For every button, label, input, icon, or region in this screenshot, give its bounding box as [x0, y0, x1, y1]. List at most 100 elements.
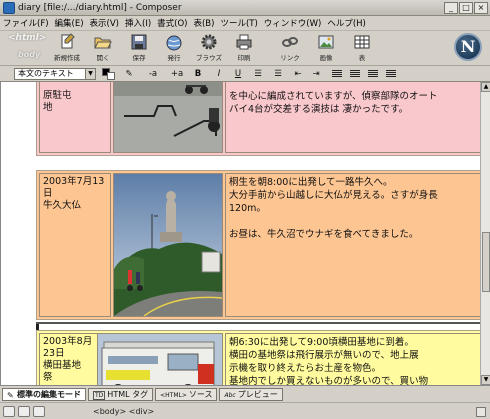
save-disk-icon — [131, 34, 147, 50]
format-toolbar: 本文のテキスト ▼ ✎ -a +a B I U ☰ ☰ ⇤ ⇥ — [0, 66, 490, 82]
open-button[interactable]: 開く — [88, 33, 118, 65]
date-line: 地 — [43, 102, 53, 113]
browse-button[interactable]: ブラウズ — [194, 33, 224, 65]
italic-button[interactable]: I — [213, 68, 225, 80]
entry-date-cell[interactable]: 2003年7月13 日 牛久大仏 — [39, 173, 111, 317]
close-button[interactable]: × — [474, 1, 488, 14]
diary-entry-row: 2003年8月 23日 横田基地 祭 朝6:30に出発して9:00頃横田基地に到… — [36, 330, 480, 385]
editor-content[interactable]: 原駐屯 地 を中心に編成されていますが、偵察部隊のオート バイ4台が交差する演技… — [0, 82, 480, 385]
minimize-button[interactable]: _ — [444, 1, 458, 14]
security-lock-icon — [476, 407, 486, 417]
pencil-icon: ✎ — [7, 390, 14, 400]
horizontal-rule — [36, 322, 480, 324]
mail-icon[interactable] — [3, 405, 15, 417]
text-line: 桐生を朝8:00に出発して一路牛久へ。 — [229, 177, 393, 188]
text-line: 大分手前から山越しに大仏が見える。さすが身長 — [229, 190, 438, 201]
highlight-pencil-icon[interactable]: ✎ — [124, 68, 134, 80]
align-justify-icon[interactable] — [386, 70, 396, 78]
table-grid-icon — [354, 35, 370, 49]
browse-gear-icon — [201, 34, 217, 50]
text-line: 示機を取り終えたらお土産を物色。 — [229, 363, 382, 374]
scrollbar-thumb[interactable] — [482, 232, 490, 292]
print-button[interactable]: 印刷 — [229, 33, 259, 65]
menu-file[interactable]: ファイル(F) — [0, 17, 52, 29]
daibutsu-photo[interactable] — [113, 173, 223, 317]
open-label: 開く — [96, 54, 110, 62]
scroll-up-arrow-icon[interactable]: ▲ — [481, 82, 490, 92]
date-line: 原駐屯 — [43, 90, 72, 101]
align-right-icon[interactable] — [368, 70, 378, 78]
chevron-down-icon: ▼ — [85, 69, 95, 79]
motorcycle-photo[interactable] — [113, 82, 223, 153]
underline-button[interactable]: U — [232, 68, 244, 80]
link-chain-icon — [282, 37, 298, 47]
composer-app-icon — [3, 1, 15, 14]
text-line — [229, 215, 480, 228]
table-button[interactable]: 表 — [347, 33, 377, 65]
html-watermark-text: <html> — [8, 33, 47, 43]
menu-edit[interactable]: 編集(E) — [52, 17, 87, 29]
menu-table[interactable]: 表(B) — [190, 17, 217, 29]
background-color-swatch[interactable] — [107, 72, 115, 80]
html-source-icon: <HTML> — [160, 391, 187, 399]
html-watermark: <html> body — [8, 33, 48, 63]
menu-format[interactable]: 書式(O) — [154, 17, 190, 29]
image-label: 画像 — [319, 54, 333, 62]
tab-normal-edit[interactable]: ✎ 標準の編集モード — [2, 387, 86, 401]
vertical-scrollbar[interactable]: ▲ ▼ — [480, 82, 490, 385]
link-button[interactable]: リンク — [275, 33, 305, 65]
text-line: 120m。 — [229, 203, 266, 214]
publish-button[interactable]: 発行 — [159, 33, 189, 65]
bold-button[interactable]: B — [192, 68, 204, 80]
new-document-icon — [61, 33, 75, 49]
align-left-icon[interactable] — [332, 70, 342, 78]
browse-label: ブラウズ — [196, 54, 222, 62]
printer-icon — [236, 34, 252, 50]
tab-html-tags[interactable]: TD HTML タグ — [88, 387, 154, 401]
status-bar: <body> <div> — [0, 402, 490, 419]
menu-tools[interactable]: ツール(T) — [217, 17, 260, 29]
image-button[interactable]: 画像 — [311, 33, 341, 65]
indent-icon[interactable]: ⇥ — [310, 68, 322, 80]
paragraph-format-select[interactable]: 本文のテキスト ▼ — [14, 68, 96, 80]
date-line: 2003年7月13 — [43, 176, 105, 187]
menu-help[interactable]: ヘルプ(H) — [324, 17, 369, 29]
save-button[interactable]: 保存 — [124, 33, 154, 65]
maximize-button[interactable]: □ — [459, 1, 473, 14]
composition-toolbar: <html> body 新規作成 開く 保存 発行 ブラウズ 印刷 リンク 画像… — [0, 31, 490, 66]
diary-entry-row: 2003年7月13 日 牛久大仏 桐生を朝8:00に出発して一路牛久へ。 大分手… — [36, 170, 480, 320]
menu-window[interactable]: ウィンドウ(W) — [261, 17, 325, 29]
tab-html-tags-label: HTML タグ — [107, 389, 149, 399]
scroll-down-arrow-icon[interactable]: ▼ — [481, 375, 490, 385]
diary-entry-row: 原駐屯 地 を中心に編成されていますが、偵察部隊のオート バイ4台が交差する演技… — [36, 82, 480, 156]
yokota-fire-truck-photo-image — [98, 334, 222, 385]
entry-text-cell[interactable]: を中心に編成されていますが、偵察部隊のオート バイ4台が交差する演技は 凄かった… — [225, 82, 480, 153]
element-path[interactable]: <body> <div> — [93, 407, 154, 416]
publish-label: 発行 — [167, 54, 181, 62]
entry-date-cell[interactable]: 原駐屯 地 — [39, 82, 111, 153]
menu-view[interactable]: 表示(V) — [87, 17, 122, 29]
date-line — [43, 82, 110, 90]
new-button[interactable]: 新規作成 — [52, 33, 82, 65]
image-icon — [318, 35, 334, 49]
navigator-icon[interactable] — [18, 405, 30, 417]
larger-font-button[interactable]: +a — [170, 68, 184, 80]
date-line: 牛久大仏 — [43, 200, 82, 211]
netscape-throbber-icon[interactable]: N — [454, 33, 482, 61]
date-line: 日 — [43, 188, 53, 199]
menu-insert[interactable]: 挿入(I) — [122, 17, 154, 29]
text-line: バイ4台が交差する演技は 凄かったです。 — [229, 104, 409, 115]
fire-truck-photo[interactable] — [97, 333, 223, 385]
bullet-list-icon[interactable]: ☰ — [252, 68, 264, 80]
window-title: diary [file:/.../diary.html] - Composer — [18, 2, 182, 13]
numbered-list-icon[interactable]: ☰ — [272, 68, 284, 80]
entry-text-cell[interactable]: 朝6:30に出発して9:00頃横田基地に到着。 横田の基地祭は飛行展示が無いので… — [225, 333, 480, 385]
outdent-icon[interactable]: ⇤ — [292, 68, 304, 80]
entry-text-cell[interactable]: 桐生を朝8:00に出発して一路牛久へ。 大分手前から山越しに大仏が見える。さすが… — [225, 173, 480, 317]
smaller-font-button[interactable]: -a — [146, 68, 160, 80]
open-folder-icon — [94, 37, 112, 49]
tab-preview[interactable]: Abc プレビュー — [219, 387, 283, 401]
tab-source[interactable]: <HTML> ソース — [155, 387, 218, 401]
align-center-icon[interactable] — [350, 70, 360, 78]
composer-icon[interactable] — [33, 405, 45, 417]
